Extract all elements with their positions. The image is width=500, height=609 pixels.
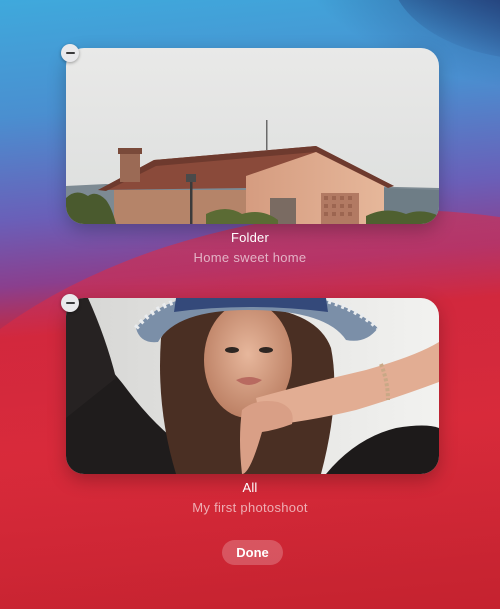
minus-circle-icon — [65, 52, 75, 54]
done-button[interactable]: Done — [222, 540, 283, 565]
minus-circle-icon — [65, 302, 75, 304]
house-photo — [66, 48, 439, 224]
widget-subtitle: My first photoshoot — [192, 500, 308, 515]
remove-widget-folder-button[interactable] — [61, 44, 79, 62]
widget-card-all[interactable] — [66, 298, 439, 474]
portrait-photo — [66, 298, 439, 474]
widget-subtitle: Home sweet home — [193, 250, 307, 265]
widget-title: All — [242, 480, 258, 495]
widget-card-folder[interactable] — [66, 48, 439, 224]
remove-widget-all-button[interactable] — [61, 294, 79, 312]
widget-edit-screen: Folder Home sweet home All My first phot… — [0, 0, 500, 609]
widget-title: Folder — [230, 230, 270, 245]
